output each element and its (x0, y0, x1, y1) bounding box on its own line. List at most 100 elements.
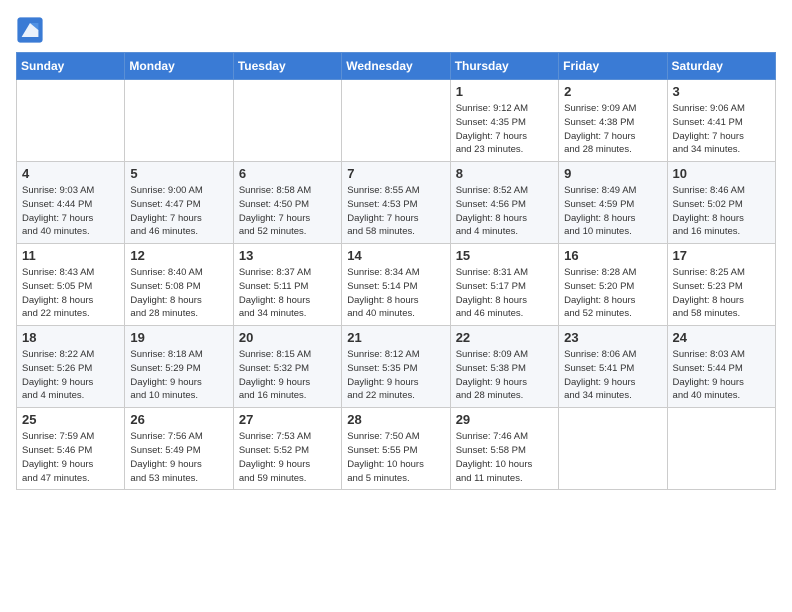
calendar-cell: 26Sunrise: 7:56 AM Sunset: 5:49 PM Dayli… (125, 408, 233, 490)
weekday-header-sunday: Sunday (17, 53, 125, 80)
calendar-cell: 12 Sunrise: 8:40 AM Sunset: 5:08 PM Dayli… (125, 244, 233, 326)
calendar-cell: 15 Sunrise: 8:31 AM Sunset: 5:17 PM Dayli… (450, 244, 558, 326)
calendar-cell: 9 Sunrise: 8:49 AM Sunset: 4:59 PM Daylig… (559, 162, 667, 244)
calendar-cell: 21 Sunrise: 8:12 AM Sunset: 5:35 PM Dayli… (342, 326, 450, 408)
day-info: Sunrise: 8:49 AM Sunset: 4:59 PM Dayligh… (564, 184, 661, 239)
calendar-cell: 5Sunrise: 9:00 AM Sunset: 4:47 PM Daylig… (125, 162, 233, 244)
calendar-cell: 20Sunrise: 8:15 AM Sunset: 5:32 PM Dayli… (233, 326, 341, 408)
day-number: 27 (239, 412, 336, 427)
day-info: Sunrise: 9:06 AM Sunset: 4:41 PM Dayligh… (673, 102, 770, 157)
calendar-cell: 19 Sunrise: 8:18 AM Sunset: 5:29 PM Dayli… (125, 326, 233, 408)
calendar-cell: 14 Sunrise: 8:34 AM Sunset: 5:14 PM Dayli… (342, 244, 450, 326)
day-number: 6 (239, 166, 336, 181)
day-number: 29 (456, 412, 553, 427)
day-info: Sunrise: 8:52 AM Sunset: 4:56 PM Dayligh… (456, 184, 553, 239)
calendar-cell: 7 Sunrise: 8:55 AM Sunset: 4:53 PM Daylig… (342, 162, 450, 244)
weekday-header-friday: Friday (559, 53, 667, 80)
week-row-1: 1 Sunrise: 9:12 AM Sunset: 4:35 PM Daylig… (17, 80, 776, 162)
day-info: Sunrise: 8:43 AM Sunset: 5:05 PM Dayligh… (22, 266, 119, 321)
day-number: 14 (347, 248, 444, 263)
day-info: Sunrise: 8:40 AM Sunset: 5:08 PM Dayligh… (130, 266, 227, 321)
day-number: 12 (130, 248, 227, 263)
calendar-cell (233, 80, 341, 162)
calendar-cell (342, 80, 450, 162)
logo (16, 16, 48, 44)
calendar-cell: 6 Sunrise: 8:58 AM Sunset: 4:50 PM Daylig… (233, 162, 341, 244)
day-info: Sunrise: 8:28 AM Sunset: 5:20 PM Dayligh… (564, 266, 661, 321)
day-number: 15 (456, 248, 553, 263)
day-number: 26 (130, 412, 227, 427)
day-info: Sunrise: 8:22 AM Sunset: 5:26 PM Dayligh… (22, 348, 119, 403)
day-info: Sunrise: 9:03 AM Sunset: 4:44 PM Dayligh… (22, 184, 119, 239)
day-info: Sunrise: 8:46 AM Sunset: 5:02 PM Dayligh… (673, 184, 770, 239)
weekday-header-monday: Monday (125, 53, 233, 80)
day-number: 21 (347, 330, 444, 345)
day-info: Sunrise: 9:09 AM Sunset: 4:38 PM Dayligh… (564, 102, 661, 157)
day-number: 4 (22, 166, 119, 181)
calendar-cell (559, 408, 667, 490)
week-row-4: 18 Sunrise: 8:22 AM Sunset: 5:26 PM Dayli… (17, 326, 776, 408)
calendar-cell: 28 Sunrise: 7:50 AM Sunset: 5:55 PM Dayli… (342, 408, 450, 490)
calendar-cell: 13 Sunrise: 8:37 AM Sunset: 5:11 PM Dayli… (233, 244, 341, 326)
calendar-cell: 16 Sunrise: 8:28 AM Sunset: 5:20 PM Dayli… (559, 244, 667, 326)
weekday-header-saturday: Saturday (667, 53, 775, 80)
day-info: Sunrise: 8:18 AM Sunset: 5:29 PM Dayligh… (130, 348, 227, 403)
calendar-cell: 8 Sunrise: 8:52 AM Sunset: 4:56 PM Daylig… (450, 162, 558, 244)
calendar-cell: 22 Sunrise: 8:09 AM Sunset: 5:38 PM Dayli… (450, 326, 558, 408)
day-info: Sunrise: 8:12 AM Sunset: 5:35 PM Dayligh… (347, 348, 444, 403)
calendar-cell: 27 Sunrise: 7:53 AM Sunset: 5:52 PM Dayli… (233, 408, 341, 490)
day-number: 1 (456, 84, 553, 99)
weekday-header-wednesday: Wednesday (342, 53, 450, 80)
calendar-cell: 2 Sunrise: 9:09 AM Sunset: 4:38 PM Daylig… (559, 80, 667, 162)
day-number: 28 (347, 412, 444, 427)
day-info: Sunrise: 8:31 AM Sunset: 5:17 PM Dayligh… (456, 266, 553, 321)
calendar-cell (667, 408, 775, 490)
day-info: Sunrise: 7:50 AM Sunset: 5:55 PM Dayligh… (347, 430, 444, 485)
day-number: 11 (22, 248, 119, 263)
day-number: 7 (347, 166, 444, 181)
day-info: Sunrise: 9:12 AM Sunset: 4:35 PM Dayligh… (456, 102, 553, 157)
day-number: 3 (673, 84, 770, 99)
calendar-cell: 29 Sunrise: 7:46 AM Sunset: 5:58 PM Dayli… (450, 408, 558, 490)
day-info: Sunrise: 8:03 AM Sunset: 5:44 PM Dayligh… (673, 348, 770, 403)
calendar-cell: 10 Sunrise: 8:46 AM Sunset: 5:02 PM Dayli… (667, 162, 775, 244)
day-info: Sunrise: 8:37 AM Sunset: 5:11 PM Dayligh… (239, 266, 336, 321)
calendar-cell: 24 Sunrise: 8:03 AM Sunset: 5:44 PM Dayli… (667, 326, 775, 408)
day-number: 8 (456, 166, 553, 181)
day-number: 2 (564, 84, 661, 99)
day-number: 13 (239, 248, 336, 263)
day-info: Sunrise: 8:55 AM Sunset: 4:53 PM Dayligh… (347, 184, 444, 239)
day-number: 19 (130, 330, 227, 345)
calendar-cell: 25Sunrise: 7:59 AM Sunset: 5:46 PM Dayli… (17, 408, 125, 490)
day-number: 10 (673, 166, 770, 181)
day-info: Sunrise: 8:15 AM Sunset: 5:32 PM Dayligh… (239, 348, 336, 403)
day-info: Sunrise: 8:58 AM Sunset: 4:50 PM Dayligh… (239, 184, 336, 239)
calendar-cell: 4 Sunrise: 9:03 AM Sunset: 4:44 PM Daylig… (17, 162, 125, 244)
day-info: Sunrise: 7:53 AM Sunset: 5:52 PM Dayligh… (239, 430, 336, 485)
day-info: Sunrise: 8:06 AM Sunset: 5:41 PM Dayligh… (564, 348, 661, 403)
day-number: 22 (456, 330, 553, 345)
day-number: 5 (130, 166, 227, 181)
day-info: Sunrise: 7:46 AM Sunset: 5:58 PM Dayligh… (456, 430, 553, 485)
weekday-header-thursday: Thursday (450, 53, 558, 80)
week-row-2: 4 Sunrise: 9:03 AM Sunset: 4:44 PM Daylig… (17, 162, 776, 244)
day-number: 16 (564, 248, 661, 263)
day-info: Sunrise: 8:34 AM Sunset: 5:14 PM Dayligh… (347, 266, 444, 321)
week-row-5: 25Sunrise: 7:59 AM Sunset: 5:46 PM Dayli… (17, 408, 776, 490)
calendar-table: SundayMondayTuesdayWednesdayThursdayFrid… (16, 52, 776, 490)
calendar-cell (125, 80, 233, 162)
day-number: 9 (564, 166, 661, 181)
calendar-cell (17, 80, 125, 162)
day-number: 24 (673, 330, 770, 345)
weekday-header-row: SundayMondayTuesdayWednesdayThursdayFrid… (17, 53, 776, 80)
calendar-cell: 3 Sunrise: 9:06 AM Sunset: 4:41 PM Daylig… (667, 80, 775, 162)
day-number: 23 (564, 330, 661, 345)
day-info: Sunrise: 8:09 AM Sunset: 5:38 PM Dayligh… (456, 348, 553, 403)
week-row-3: 11 Sunrise: 8:43 AM Sunset: 5:05 PM Dayli… (17, 244, 776, 326)
calendar-cell: 17Sunrise: 8:25 AM Sunset: 5:23 PM Dayli… (667, 244, 775, 326)
calendar-cell: 23 Sunrise: 8:06 AM Sunset: 5:41 PM Dayli… (559, 326, 667, 408)
calendar-cell: 18 Sunrise: 8:22 AM Sunset: 5:26 PM Dayli… (17, 326, 125, 408)
day-number: 17 (673, 248, 770, 263)
day-number: 18 (22, 330, 119, 345)
logo-icon (16, 16, 44, 44)
